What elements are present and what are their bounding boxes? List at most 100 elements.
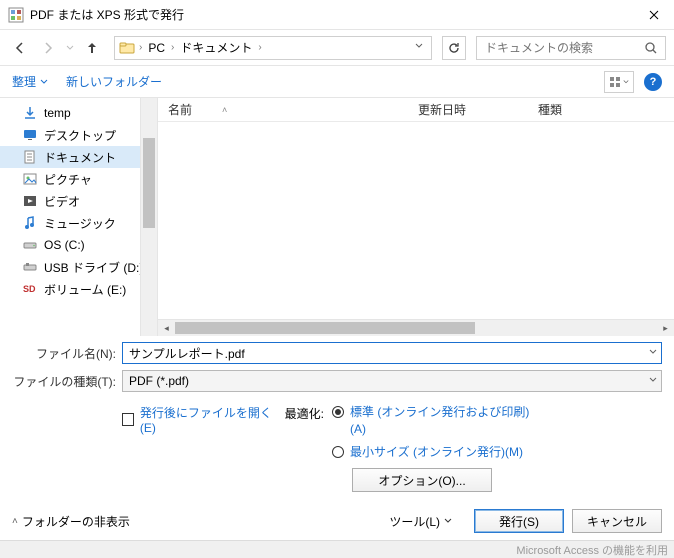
scroll-left-icon[interactable]: ◂ (158, 320, 175, 336)
chevron-down-icon (444, 517, 452, 525)
filetype-label: ファイルの種類(T): (12, 373, 122, 390)
filename-input[interactable]: サンプルレポート.pdf (122, 342, 662, 364)
open-after-label: 発行後にファイルを開く(E) (140, 404, 272, 435)
tree-scrollbar[interactable] (140, 98, 157, 336)
titlebar: PDF または XPS 形式で発行 (0, 0, 674, 30)
tree-label: ミュージック (44, 215, 116, 232)
refresh-button[interactable] (442, 36, 466, 60)
filetype-select[interactable]: PDF (*.pdf) (122, 370, 662, 392)
tree-item-temp[interactable]: temp (0, 102, 157, 124)
tree-label: temp (44, 106, 71, 120)
view-options-button[interactable] (604, 71, 634, 93)
filename-label: ファイル名(N): (12, 345, 122, 362)
scrollbar-thumb[interactable] (175, 322, 475, 334)
chevron-down-icon (40, 78, 48, 86)
file-list: 名前 ˄ 更新日時 種類 ◂ ▸ (158, 98, 674, 336)
chevron-icon: › (139, 42, 142, 53)
status-text: Microsoft Access の機能を利用 (516, 542, 668, 558)
desktop-icon (22, 127, 38, 143)
tree-label: ビデオ (44, 193, 80, 210)
tree-label: ドキュメント (44, 149, 116, 166)
tree-item-volume-e[interactable]: SD ボリューム (E:) (0, 278, 157, 300)
tools-menu[interactable]: ツール(L) (389, 513, 452, 530)
tree-label: ボリューム (E:) (44, 281, 126, 298)
tree-label: デスクトップ (44, 127, 116, 144)
status-bar: Microsoft Access の機能を利用 (0, 540, 674, 558)
tree-item-drive-c[interactable]: OS (C:) (0, 234, 157, 256)
history-dropdown-icon[interactable] (66, 41, 74, 55)
forward-button[interactable] (36, 36, 60, 60)
help-button[interactable]: ? (644, 73, 662, 91)
chevron-down-icon (623, 79, 629, 85)
new-folder-button[interactable]: 新しいフォルダー (66, 73, 162, 90)
address-bar[interactable]: › PC › ドキュメント › (114, 36, 432, 60)
options-button[interactable]: オプション(O)... (352, 468, 492, 492)
column-name[interactable]: 名前 ˄ (158, 101, 408, 118)
search-box[interactable] (476, 36, 666, 60)
tree-label: ピクチャ (44, 171, 92, 188)
chevron-up-icon: ˄ (12, 516, 18, 527)
cancel-button[interactable]: キャンセル (572, 509, 662, 533)
column-type[interactable]: 種類 (528, 101, 674, 118)
navigation-bar: › PC › ドキュメント › (0, 30, 674, 66)
search-input[interactable] (483, 40, 643, 56)
publish-button[interactable]: 発行(S) (474, 509, 564, 533)
optimize-standard-radio[interactable]: 標準 (オンライン発行および印刷)(A) (332, 404, 530, 438)
download-icon (22, 105, 38, 121)
tree-item-music[interactable]: ミュージック (0, 212, 157, 234)
breadcrumb-pc[interactable]: PC (146, 41, 167, 55)
up-button[interactable] (80, 36, 104, 60)
sd-icon: SD (22, 281, 38, 297)
tree-label: OS (C:) (44, 238, 85, 252)
close-button[interactable] (634, 0, 674, 30)
drive-icon (22, 237, 38, 253)
svg-text:SD: SD (23, 284, 36, 294)
window-title: PDF または XPS 形式で発行 (30, 6, 634, 23)
tree-item-pictures[interactable]: ピクチャ (0, 168, 157, 190)
tree-item-documents[interactable]: ドキュメント (0, 146, 157, 168)
sort-indicator-icon: ˄ (222, 105, 227, 115)
standard-label: 標準 (オンライン発行および印刷)(A) (350, 404, 530, 438)
tree-item-usb[interactable]: USB ドライブ (D:) (0, 256, 157, 278)
tree-item-videos[interactable]: ビデオ (0, 190, 157, 212)
tree-label: USB ドライブ (D:) (44, 259, 143, 276)
folder-icon (119, 40, 135, 56)
tree-item-desktop[interactable]: デスクトップ (0, 124, 157, 146)
horizontal-scrollbar[interactable]: ◂ ▸ (158, 319, 674, 336)
minimum-label: 最小サイズ (オンライン発行)(M) (350, 444, 523, 461)
save-fields: ファイル名(N): サンプルレポート.pdf ファイルの種類(T): PDF (… (0, 336, 674, 392)
open-after-checkbox[interactable]: 発行後にファイルを開く(E) (122, 404, 272, 435)
filetype-value: PDF (*.pdf) (129, 374, 189, 388)
list-header: 名前 ˄ 更新日時 種類 (158, 98, 674, 122)
pictures-icon (22, 171, 38, 187)
scroll-right-icon[interactable]: ▸ (657, 320, 674, 336)
search-icon[interactable] (643, 41, 659, 55)
optimize-label: 最適化: (282, 404, 324, 492)
app-icon (8, 7, 24, 23)
scrollbar-thumb[interactable] (143, 138, 155, 228)
toolbar: 整理 新しいフォルダー ? (0, 66, 674, 98)
videos-icon (22, 193, 38, 209)
filename-value: サンプルレポート.pdf (129, 345, 245, 362)
breadcrumb-folder[interactable]: ドキュメント (178, 39, 254, 56)
organize-menu[interactable]: 整理 (12, 73, 48, 90)
publish-options: 発行後にファイルを開く(E) 最適化: 標準 (オンライン発行および印刷)(A)… (0, 398, 674, 502)
usb-icon (22, 259, 38, 275)
column-date[interactable]: 更新日時 (408, 101, 528, 118)
address-dropdown-icon[interactable] (411, 42, 427, 53)
dropdown-icon[interactable] (649, 348, 657, 359)
dropdown-icon[interactable] (649, 376, 657, 387)
document-icon (22, 149, 38, 165)
optimize-minimum-radio[interactable]: 最小サイズ (オンライン発行)(M) (332, 444, 530, 461)
checkbox-icon (122, 413, 134, 426)
music-icon (22, 215, 38, 231)
chevron-icon: › (171, 42, 174, 53)
radio-icon (332, 446, 344, 458)
back-button[interactable] (8, 36, 32, 60)
radio-icon (332, 406, 344, 418)
chevron-icon: › (258, 42, 261, 53)
dialog-footer: ˄ フォルダーの非表示 ツール(L) 発行(S) キャンセル (0, 502, 674, 540)
hide-folders-toggle[interactable]: ˄ フォルダーの非表示 (12, 513, 130, 530)
file-browser: temp デスクトップ ドキュメント ピクチャ ビデオ ミュージック OS (C… (0, 98, 674, 336)
folder-tree: temp デスクトップ ドキュメント ピクチャ ビデオ ミュージック OS (C… (0, 98, 158, 336)
